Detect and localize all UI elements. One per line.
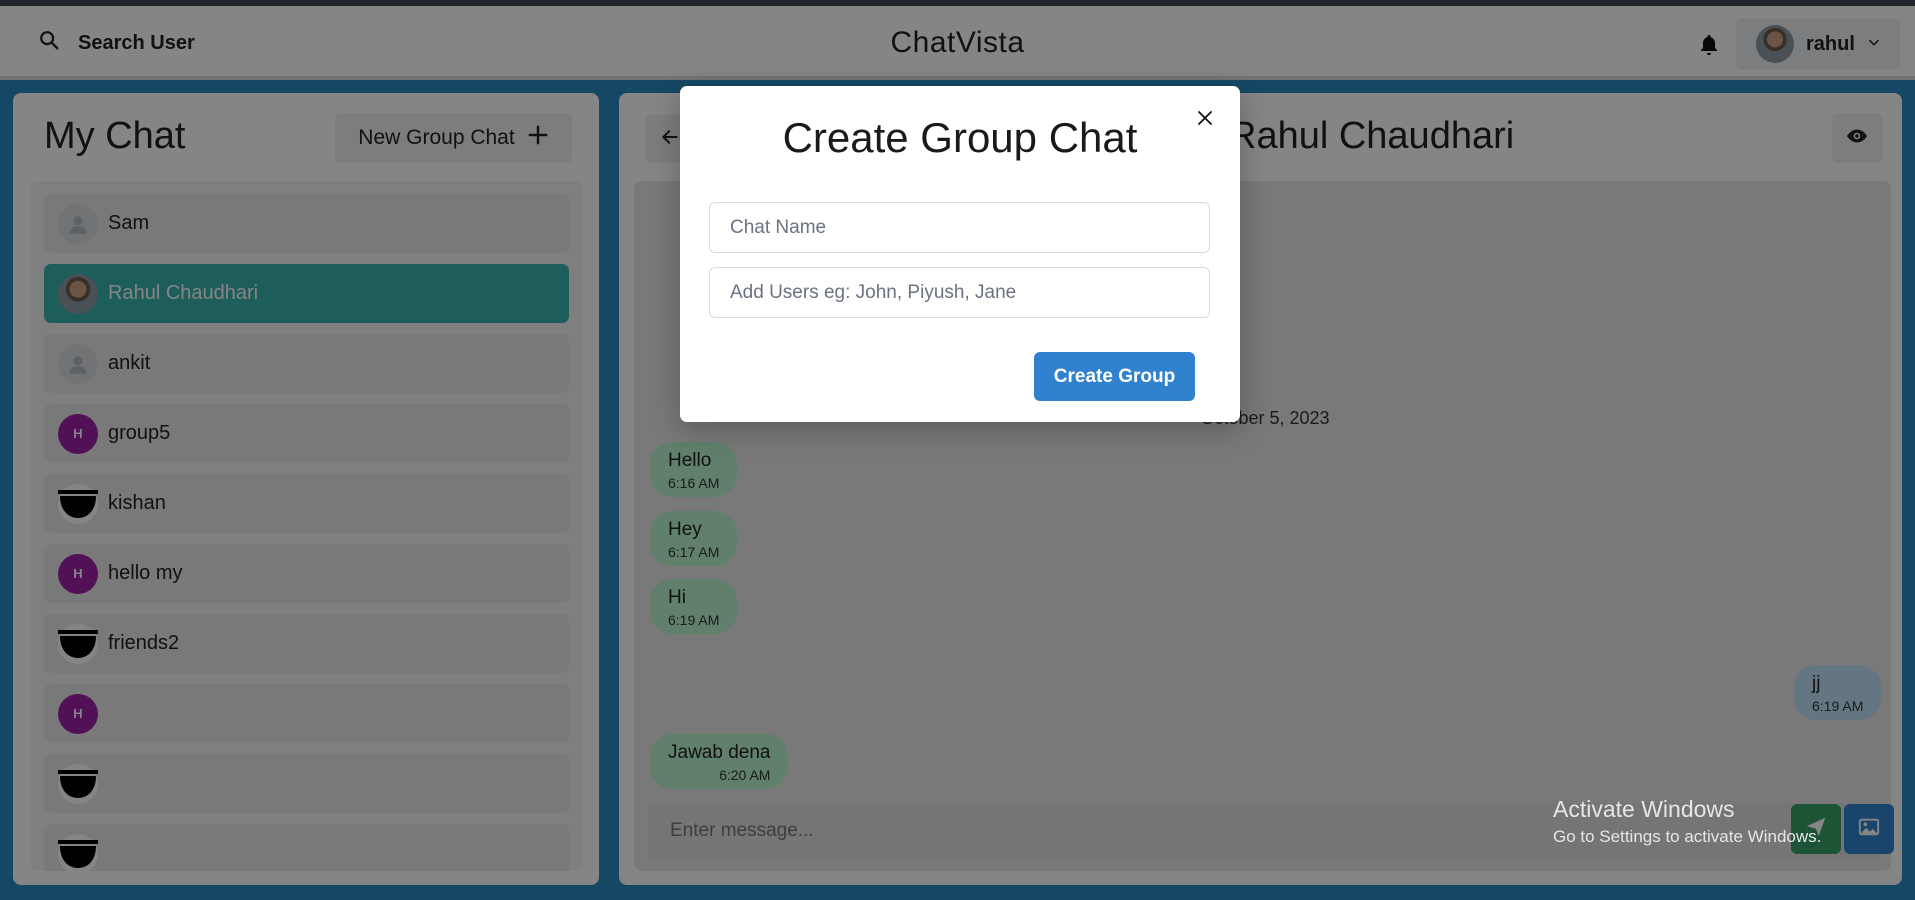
close-icon[interactable] (1190, 103, 1220, 133)
add-users-input[interactable] (709, 267, 1210, 318)
create-group-modal: Create Group Chat Create Group (680, 86, 1240, 422)
windows-activation-watermark: Activate Windows Go to Settings to activ… (1553, 796, 1821, 847)
modal-title: Create Group Chat (782, 114, 1138, 161)
watermark-line-1: Activate Windows (1553, 796, 1735, 822)
watermark-line-2: Go to Settings to activate Windows. (1553, 827, 1822, 846)
create-group-button[interactable]: Create Group (1034, 352, 1195, 401)
chat-name-input[interactable] (709, 202, 1210, 253)
